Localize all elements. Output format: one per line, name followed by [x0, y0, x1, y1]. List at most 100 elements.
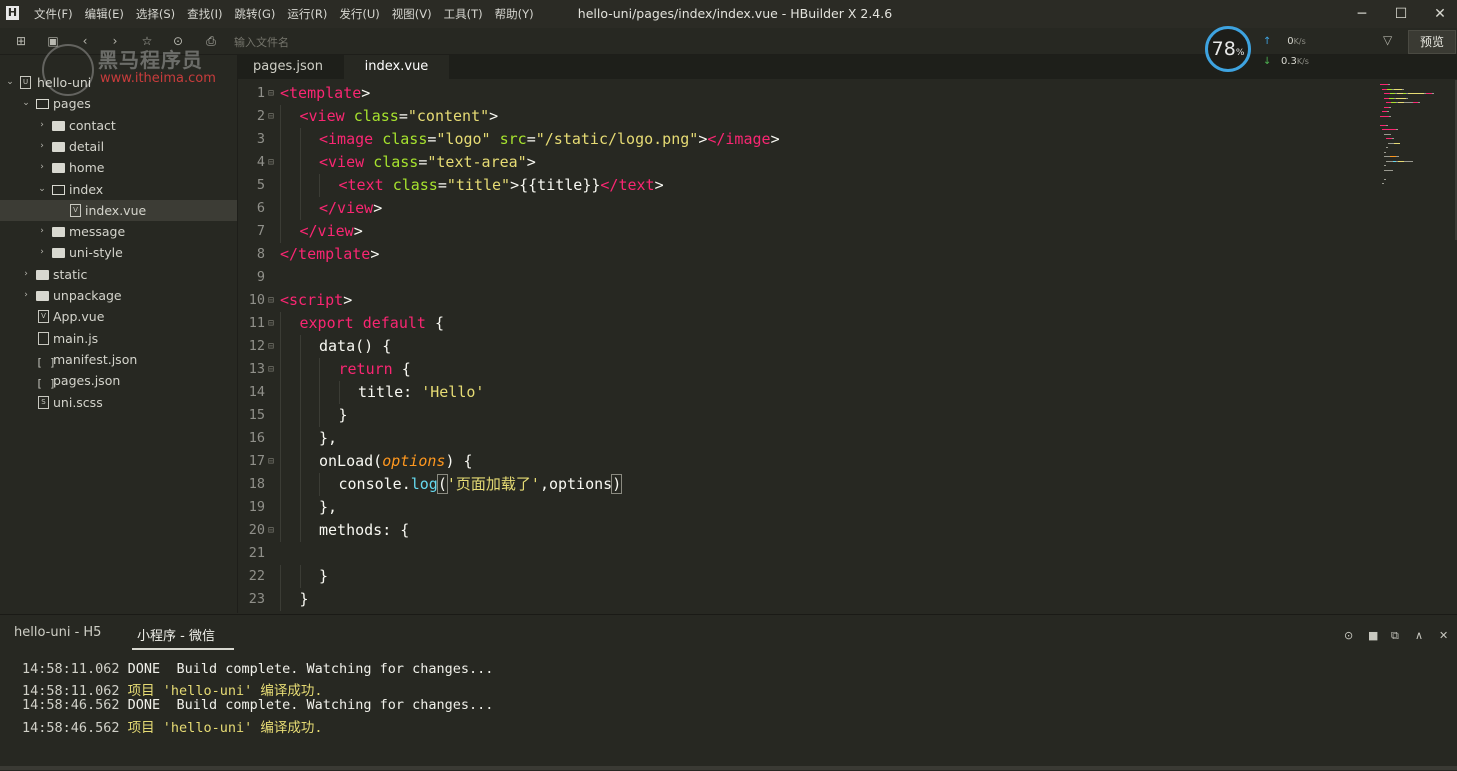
code-token: {: [434, 314, 444, 332]
indent-guide: [280, 404, 281, 427]
code-line[interactable]: 9: [238, 266, 1368, 289]
chevron-right-icon[interactable]: ›: [37, 242, 47, 263]
code-line[interactable]: 20 ⊟ methods: {: [238, 519, 1368, 542]
tree-item[interactable]: Vindex.vue: [0, 199, 237, 221]
tree-item[interactable]: › contact: [0, 115, 237, 136]
indent-guide: [280, 197, 281, 220]
chevron-down-icon[interactable]: ⌄: [21, 93, 31, 114]
menu-item[interactable]: 帮助(Y): [489, 0, 540, 28]
code-line[interactable]: 17 ⊟ onLoad(options) {: [238, 450, 1368, 473]
indent-guide: [299, 174, 301, 197]
code-line[interactable]: 8 </template>: [238, 243, 1368, 266]
fold-icon[interactable]: ⊟: [268, 450, 278, 473]
chevron-right-icon[interactable]: ›: [37, 115, 47, 136]
system-monitor-widget: 78% ↑ 0K/s ↓ 0.3K/s: [1205, 26, 1317, 76]
download-speed: ↓ 0.3K/s: [1263, 56, 1309, 67]
code-line[interactable]: 5 <text class="title">{{title}}</text>: [238, 174, 1368, 197]
code-token: "logo": [436, 130, 500, 148]
filter-icon[interactable]: ▽: [1383, 33, 1392, 47]
console-restart-icon[interactable]: ⊙: [1344, 629, 1353, 642]
menu-item[interactable]: 运行(R): [281, 0, 333, 28]
tree-item[interactable]: [ ] manifest.json: [0, 349, 237, 370]
code-line[interactable]: 4 ⊟ <view class="text-area">: [238, 151, 1368, 174]
menu-item[interactable]: 发行(U): [333, 0, 385, 28]
tree-item[interactable]: › uni-style: [0, 242, 237, 263]
code-token: >: [343, 291, 353, 309]
tree-item[interactable]: ⌄ index: [0, 179, 237, 200]
fold-icon[interactable]: ⊟: [268, 151, 278, 174]
fold-icon[interactable]: ⊟: [268, 519, 278, 542]
tree-item[interactable]: main.js: [0, 328, 237, 349]
menu-item[interactable]: 编辑(E): [79, 0, 130, 28]
menu-item[interactable]: 跳转(G): [229, 0, 282, 28]
menu-item[interactable]: 查找(I): [181, 0, 228, 28]
code-line[interactable]: 11 ⊟ export default {: [238, 312, 1368, 335]
tree-item-label: index: [69, 181, 104, 197]
menu-item[interactable]: 选择(S): [130, 0, 181, 28]
menu-item[interactable]: 工具(T): [438, 0, 489, 28]
minimap-line: [1384, 178, 1386, 180]
code-token: >: [353, 222, 363, 240]
file-search-input[interactable]: 输入文件名: [234, 34, 289, 50]
console-tab-weixin[interactable]: 小程序 - 微信: [137, 625, 215, 644]
tree-item[interactable]: › message: [0, 221, 237, 242]
chevron-right-icon[interactable]: ›: [21, 264, 31, 285]
close-button[interactable]: ✕: [1423, 0, 1457, 28]
fold-icon[interactable]: ⊟: [268, 335, 278, 358]
tree-item-label: static: [53, 266, 88, 282]
code-line[interactable]: 7 </view>: [238, 220, 1368, 243]
code-line[interactable]: 21: [238, 542, 1368, 565]
tree-item[interactable]: › home: [0, 157, 237, 178]
tree-item[interactable]: › detail: [0, 136, 237, 157]
fold-icon[interactable]: ⊟: [268, 312, 278, 335]
tree-item[interactable]: [ ] pages.json: [0, 370, 237, 391]
tree-item[interactable]: ⌄ pages: [0, 93, 237, 114]
chevron-down-icon[interactable]: ⌄: [5, 72, 15, 93]
code-line[interactable]: 2 ⊟ <view class="content">: [238, 105, 1368, 128]
tree-item[interactable]: › static: [0, 264, 237, 285]
fold-icon[interactable]: ⊟: [268, 289, 278, 312]
download-arrow-icon: ↓: [1263, 56, 1272, 67]
chevron-down-icon[interactable]: ⌄: [37, 179, 47, 200]
tab-pages-json[interactable]: pages.json: [238, 55, 338, 79]
code-line[interactable]: 22}: [238, 565, 1368, 588]
minimize-button[interactable]: ─: [1345, 0, 1379, 28]
menu-item[interactable]: 文件(F): [28, 0, 79, 28]
new-file-icon[interactable]: ⊞: [12, 32, 30, 50]
code-line[interactable]: 19},: [238, 496, 1368, 519]
chevron-right-icon[interactable]: ›: [37, 136, 47, 157]
chevron-right-icon[interactable]: ›: [37, 221, 47, 242]
code-line[interactable]: 13 ⊟ return {: [238, 358, 1368, 381]
maximize-button[interactable]: ☐: [1384, 0, 1418, 28]
fold-icon[interactable]: ⊟: [268, 82, 278, 105]
console-tab-h5[interactable]: hello-uni - H5: [14, 625, 101, 640]
code-line[interactable]: 6 </view>: [238, 197, 1368, 220]
fold-icon[interactable]: ⊟: [268, 358, 278, 381]
code-editor[interactable]: 1 ⊟ <template> 2 ⊟ <view class="content"> 3 <im…: [238, 79, 1457, 613]
code-line[interactable]: 23}: [238, 588, 1368, 611]
preview-button[interactable]: 预览: [1408, 30, 1456, 54]
console-stop-icon[interactable]: ■: [1368, 629, 1378, 642]
tab-index-vue[interactable]: index.vue: [344, 55, 449, 79]
chevron-right-icon[interactable]: ›: [37, 157, 47, 178]
console-clear-icon[interactable]: ⧉: [1391, 629, 1399, 643]
preview-file-icon[interactable]: ⎙: [202, 32, 220, 50]
code-line[interactable]: 18 console.log('页面加载了',options): [238, 473, 1368, 496]
code-line[interactable]: 12 ⊟ data() {: [238, 335, 1368, 358]
code-line[interactable]: 14 title: 'Hello': [238, 381, 1368, 404]
code-line[interactable]: 3 <image class="logo" src="/static/logo.p…: [238, 128, 1368, 151]
code-line[interactable]: 10 ⊟ <script>: [238, 289, 1368, 312]
tree-item[interactable]: › unpackage: [0, 285, 237, 306]
console-maximize-icon[interactable]: ∧: [1415, 629, 1423, 642]
code-line[interactable]: 16},: [238, 427, 1368, 450]
menu-item[interactable]: 视图(V): [386, 0, 438, 28]
console-close-icon[interactable]: ✕: [1439, 629, 1448, 642]
minimap[interactable]: [1377, 80, 1457, 210]
code-line[interactable]: 1 ⊟ <template>: [238, 82, 1368, 105]
code-line[interactable]: 15}: [238, 404, 1368, 427]
tree-item[interactable]: Suni.scss: [0, 392, 237, 413]
chevron-right-icon[interactable]: ›: [21, 285, 31, 306]
code-token: '页面加载了': [446, 475, 540, 493]
fold-icon[interactable]: ⊟: [268, 105, 278, 128]
tree-item[interactable]: V App.vue: [0, 306, 237, 327]
